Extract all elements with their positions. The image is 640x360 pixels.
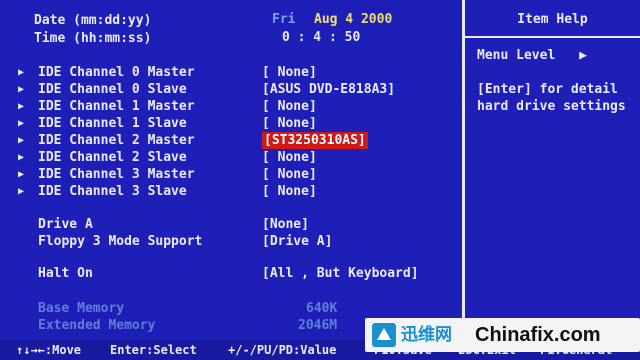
submenu-arrow-icon: ▶ [18,169,25,180]
setting-value[interactable]: [ None] [262,115,317,132]
help-text-line-2: hard drive settings [477,99,626,114]
submenu-arrow-icon: ▶ [18,84,25,95]
setting-value[interactable]: [ None] [262,149,317,166]
setting-label: Extended Memory [38,318,156,333]
setting-value[interactable]: [None] [262,216,309,233]
setting-label: Base Memory [38,301,125,316]
setting-value: 640K [306,301,338,316]
setting-label: Halt On [38,266,93,281]
item-help-panel: Item Help Menu Level ▶ [Enter] for detai… [465,0,640,340]
submenu-arrow-icon: ▶ [18,67,25,78]
setting-value[interactable]: [Drive A] [262,233,332,250]
date-day: Fri [272,12,296,27]
setting-value[interactable]: [ None] [262,183,317,200]
setting-value[interactable]: [ASUS DVD-E818A3] [262,81,395,98]
date-value[interactable]: Aug 4 2000 [314,12,392,27]
drive-a-row[interactable]: Drive A [None] [0,216,462,233]
ide-channel-3-master-row[interactable]: ▶ IDE Channel 3 Master [ None] [0,166,462,183]
settings-panel: Date (mm:dd:yy) Time (hh:mm:ss) Fri Aug … [0,0,462,340]
key-value: +/-/PU/PD:Value [228,343,337,357]
submenu-arrow-icon: ▶ [18,135,25,146]
time-label: Time (hh:mm:ss) [34,31,152,46]
setting-label: IDE Channel 2 Master [38,133,195,148]
menu-level: Menu Level ▶ [477,48,587,63]
ide-channel-1-slave-row[interactable]: ▶ IDE Channel 1 Slave [ None] [0,115,462,132]
floppy-3-mode-row[interactable]: Floppy 3 Mode Support [Drive A] [0,233,462,250]
setting-label: Floppy 3 Mode Support [38,234,203,249]
setting-value: 2046M [298,318,338,333]
key-select: Enter:Select [110,343,197,357]
base-memory-row: Base Memory 640K [0,300,462,317]
help-divider [465,36,640,38]
setting-label: IDE Channel 0 Master [38,65,195,80]
setting-label: IDE Channel 2 Slave [38,150,187,165]
watermark: 迅维网 Chinafix.com [365,318,640,352]
submenu-arrow-icon: ▶ [18,101,25,112]
ide-channel-0-master-row[interactable]: ▶ IDE Channel 0 Master [ None] [0,64,462,81]
time-value[interactable]: 0 : 4 : 50 [282,30,360,45]
halt-on-row[interactable]: Halt On [All , But Keyboard] [0,265,462,282]
setting-label: Drive A [38,217,93,232]
setting-label: IDE Channel 3 Master [38,167,195,182]
watermark-cn: 迅维网 [401,325,452,345]
ide-channel-3-slave-row[interactable]: ▶ IDE Channel 3 Slave [ None] [0,183,462,200]
setting-label: IDE Channel 3 Slave [38,184,187,199]
setting-value[interactable]: [ None] [262,166,317,183]
setting-label: IDE Channel 0 Slave [38,82,187,97]
watermark-logo-icon [372,323,396,347]
ide-channel-1-master-row[interactable]: ▶ IDE Channel 1 Master [ None] [0,98,462,115]
help-text-line-1: [Enter] for detail [477,82,618,97]
submenu-arrow-icon: ▶ [18,118,25,129]
menu-level-arrow-icon: ▶ [579,48,587,63]
key-move: ↑↓→←:Move [16,343,82,357]
setting-value[interactable]: [All , But Keyboard] [262,265,419,282]
watermark-en: Chinafix.com [475,324,601,346]
menu-level-label: Menu Level [477,48,556,63]
ide-channel-2-master-row[interactable]: ▶ IDE Channel 2 Master [ST3250310AS] [0,132,462,149]
submenu-arrow-icon: ▶ [18,152,25,163]
setting-label: IDE Channel 1 Master [38,99,195,114]
ide-channel-0-slave-row[interactable]: ▶ IDE Channel 0 Slave [ASUS DVD-E818A3] [0,81,462,98]
bios-screen: Date (mm:dd:yy) Time (hh:mm:ss) Fri Aug … [0,0,640,360]
date-label: Date (mm:dd:yy) [34,13,152,28]
submenu-arrow-icon: ▶ [18,186,25,197]
setting-label: IDE Channel 1 Slave [38,116,187,131]
setting-value-selected[interactable]: [ST3250310AS] [262,132,368,149]
help-title: Item Help [517,12,588,27]
setting-value[interactable]: [ None] [262,98,317,115]
ide-channel-2-slave-row[interactable]: ▶ IDE Channel 2 Slave [ None] [0,149,462,166]
setting-value[interactable]: [ None] [262,64,317,81]
